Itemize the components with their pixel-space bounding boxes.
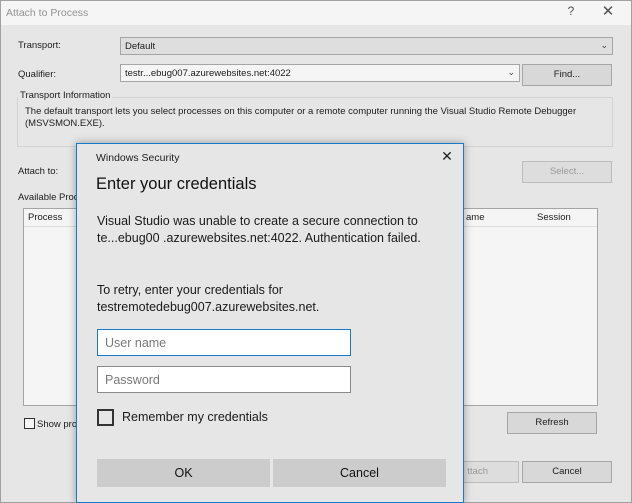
ok-button[interactable]: OK <box>97 459 270 487</box>
error-message: Visual Studio was unable to create a sec… <box>97 214 421 245</box>
remember-credentials-checkbox[interactable] <box>97 409 114 426</box>
dialog-cancel-button[interactable]: Cancel <box>273 459 446 487</box>
credentials-heading: Enter your credentials <box>96 175 257 193</box>
close-icon[interactable]: ✕ <box>440 148 454 165</box>
windows-security-dialog: Windows Security ✕ Enter your credential… <box>76 143 464 503</box>
username-input[interactable] <box>97 329 351 356</box>
retry-message: To retry, enter your credentials for tes… <box>97 283 320 314</box>
password-input[interactable] <box>97 366 351 393</box>
security-dialog-title: Windows Security <box>96 152 180 164</box>
remember-credentials-label: Remember my credentials <box>122 410 268 424</box>
